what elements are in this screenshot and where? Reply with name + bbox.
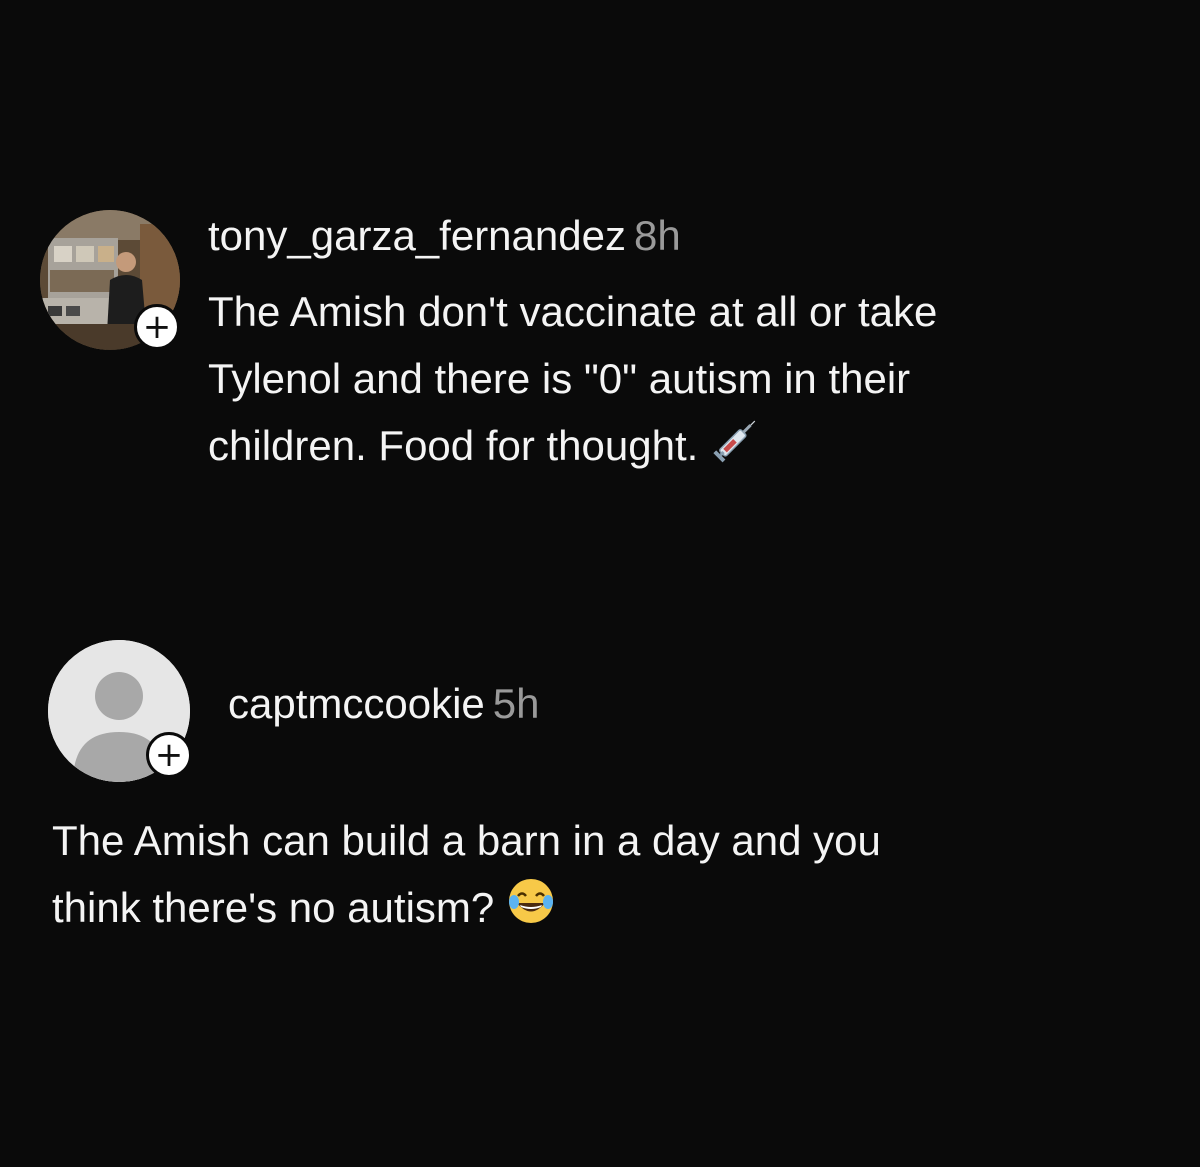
comment-line: The Amish can build a barn in a day and …: [52, 817, 881, 864]
follow-plus-icon[interactable]: +: [134, 304, 180, 350]
laughing-tears-emoji-icon: [506, 876, 556, 945]
comment-body: The Amish can build a barn in a day and …: [52, 807, 1172, 945]
timestamp: 5h: [492, 680, 540, 727]
syringe-emoji-icon: [710, 413, 762, 484]
username-link[interactable]: tony_garza_fernandez: [208, 212, 626, 259]
comment-thread: + tony_garza_fernandez 8h The Amish don't…: [0, 0, 1200, 1167]
comment-line-last: think there's no autism?: [52, 874, 1172, 945]
comment-item: + captmccookie 5h The Amish can build a b…: [0, 600, 1200, 1000]
timestamp: 8h: [633, 212, 681, 259]
comment-item: + tony_garza_fernandez 8h The Amish don't…: [0, 0, 1200, 560]
avatar[interactable]: +: [48, 640, 192, 782]
comment-line: The Amish don't vaccinate at all or take: [208, 288, 938, 335]
comment-line-last: children. Food for thought.: [208, 412, 1168, 484]
comment-line-text: children. Food for thought.: [208, 422, 699, 469]
follow-plus-icon[interactable]: +: [146, 732, 192, 778]
comment-header: captmccookie 5h: [228, 680, 540, 728]
avatar[interactable]: +: [40, 210, 180, 350]
comment-line: Tylenol and there is "0" autism in their: [208, 355, 911, 402]
comment-header: tony_garza_fernandez 8h: [208, 212, 681, 260]
username-link[interactable]: captmccookie: [228, 680, 485, 727]
comment-line-text: think there's no autism?: [52, 884, 495, 931]
comment-body: The Amish don't vaccinate at all or take…: [208, 278, 1168, 484]
